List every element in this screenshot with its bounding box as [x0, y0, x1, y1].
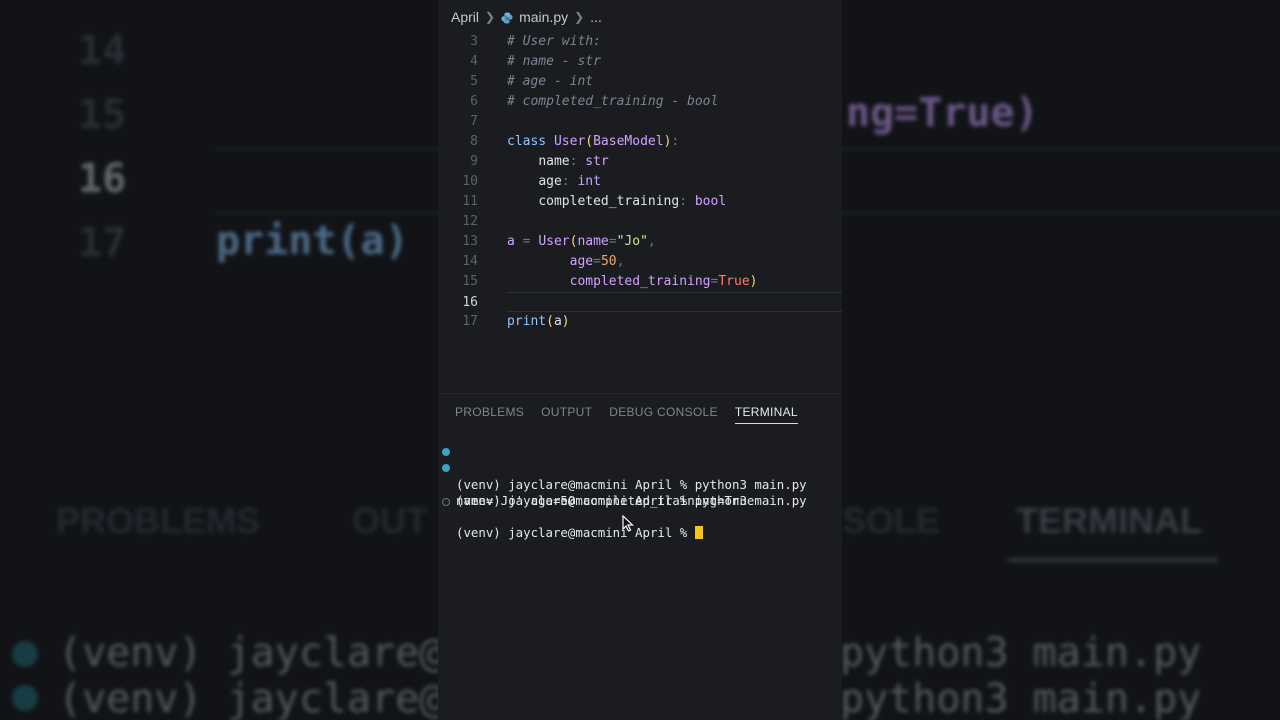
code-text: age: int	[538, 174, 601, 189]
code-line[interactable]: 17 print(a)	[438, 312, 842, 332]
bg-print-call: print(a)	[216, 218, 409, 264]
code-text: completed_training=True)	[569, 274, 758, 289]
bg-terminal-text: python3 main.py	[840, 630, 1202, 676]
python-file-icon	[501, 11, 513, 24]
chevron-right-icon: ❯	[485, 10, 496, 24]
line-number: 13	[462, 234, 478, 249]
code-line[interactable]: 14 age=50,	[438, 252, 842, 272]
bg-tab-underline	[1008, 558, 1218, 562]
code-text: # name - str	[507, 54, 601, 69]
bg-terminal-text: (venv) jayclare@	[58, 676, 444, 720]
terminal-line: (venv) jayclare@macmini April % python3 …	[438, 444, 842, 492]
code-text: print(a)	[507, 314, 570, 329]
chevron-right-icon: ❯	[574, 10, 585, 24]
bg-tab: PROBLEMS	[56, 500, 261, 541]
code-line[interactable]: 16	[462, 292, 842, 312]
code-text: completed_training: bool	[538, 194, 727, 209]
bg-line-number: 17	[78, 220, 127, 266]
terminal[interactable]: (venv) jayclare@macmini April % python3 …	[438, 444, 842, 540]
code-text: name: str	[538, 154, 609, 169]
tab-debug-console[interactable]: DEBUG CONSOLE	[592, 394, 718, 430]
code-line[interactable]: 3 # User with:	[438, 32, 842, 52]
breadcrumb-file[interactable]: main.py	[519, 9, 568, 25]
command-status-dot-icon	[442, 448, 450, 456]
line-number: 15	[462, 274, 478, 289]
line-number: 16	[462, 295, 478, 310]
mouse-pointer-icon	[622, 514, 635, 536]
bg-tab: SOLE	[842, 500, 941, 541]
bg-line-number: 14	[78, 28, 127, 74]
line-number: 8	[470, 134, 478, 149]
code-text: class User(BaseModel):	[507, 134, 680, 149]
bg-line-number: 16	[78, 156, 127, 202]
editor-window: April ❯ main.py ❯ ... 3 # User with: 4 # na…	[438, 0, 842, 720]
code-line[interactable]: 10 age: int	[438, 172, 842, 192]
bg-terminal-text: python3 main.py	[840, 676, 1202, 720]
code-text: # User with:	[507, 34, 601, 49]
code-line[interactable]: 8 class User(BaseModel):	[438, 132, 842, 152]
code-line[interactable]: 7	[438, 112, 842, 132]
line-number: 9	[470, 154, 478, 169]
line-number: 6	[470, 94, 478, 109]
bg-line-number: 15	[78, 92, 127, 138]
code-line[interactable]: 15 completed_training=True)	[438, 272, 842, 292]
prompt-status-dot-icon	[442, 497, 450, 506]
line-number: 10	[462, 174, 478, 189]
code-line[interactable]: 12	[438, 212, 842, 232]
code-line[interactable]: 11 completed_training: bool	[438, 192, 842, 212]
tab-output[interactable]: OUTPUT	[524, 394, 592, 430]
terminal-cursor	[694, 526, 703, 540]
code-line[interactable]: 9 name: str	[438, 152, 842, 172]
bg-status-dot	[12, 685, 38, 711]
line-number: 12	[462, 214, 478, 229]
line-number: 4	[470, 54, 478, 69]
code-line[interactable]: 5 # age - int	[438, 72, 842, 92]
bg-status-dot	[12, 641, 38, 667]
command-status-dot-icon	[442, 464, 450, 473]
breadcrumb-folder[interactable]: April	[451, 9, 479, 25]
terminal-output-line: name='Jo' age=50 completed_training=True	[456, 492, 755, 508]
code-editor[interactable]: 3 # User with: 4 # name - str 5 # age - int 6 #…	[438, 32, 842, 390]
line-number: 7	[470, 114, 478, 129]
bg-code-fragment: ng=True)	[846, 90, 1039, 136]
bg-tab-active: TERMINAL	[1016, 500, 1202, 541]
code-text: # completed_training - bool	[507, 94, 719, 109]
bg-tab: OUT	[352, 500, 428, 541]
terminal-prompt-line[interactable]: (venv) jayclare@macmini April %	[438, 493, 842, 540]
line-number: 17	[462, 314, 478, 329]
terminal-line: (venv) jayclare@macmini April % python3 …	[438, 460, 842, 508]
bg-terminal-text: (venv) jayclare@	[58, 630, 444, 676]
line-number: 5	[470, 74, 478, 89]
code-line[interactable]: 13 a = User(name="Jo",	[438, 232, 842, 252]
line-number: 14	[462, 254, 478, 269]
code-line[interactable]: 6 # completed_training - bool	[438, 92, 842, 112]
line-number: 3	[470, 34, 478, 49]
tab-problems[interactable]: PROBLEMS	[438, 394, 524, 430]
panel-tabs: PROBLEMS OUTPUT DEBUG CONSOLE TERMINAL	[438, 393, 842, 430]
code-text: a = User(name="Jo",	[507, 234, 656, 249]
breadcrumb: April ❯ main.py ❯ ...	[438, 0, 842, 34]
code-text: age=50,	[569, 254, 625, 269]
breadcrumb-more[interactable]: ...	[590, 9, 602, 25]
code-line[interactable]: 4 # name - str	[438, 52, 842, 72]
code-text: # age - int	[507, 74, 594, 89]
line-number: 11	[462, 194, 478, 209]
tab-terminal[interactable]: TERMINAL	[718, 394, 798, 430]
